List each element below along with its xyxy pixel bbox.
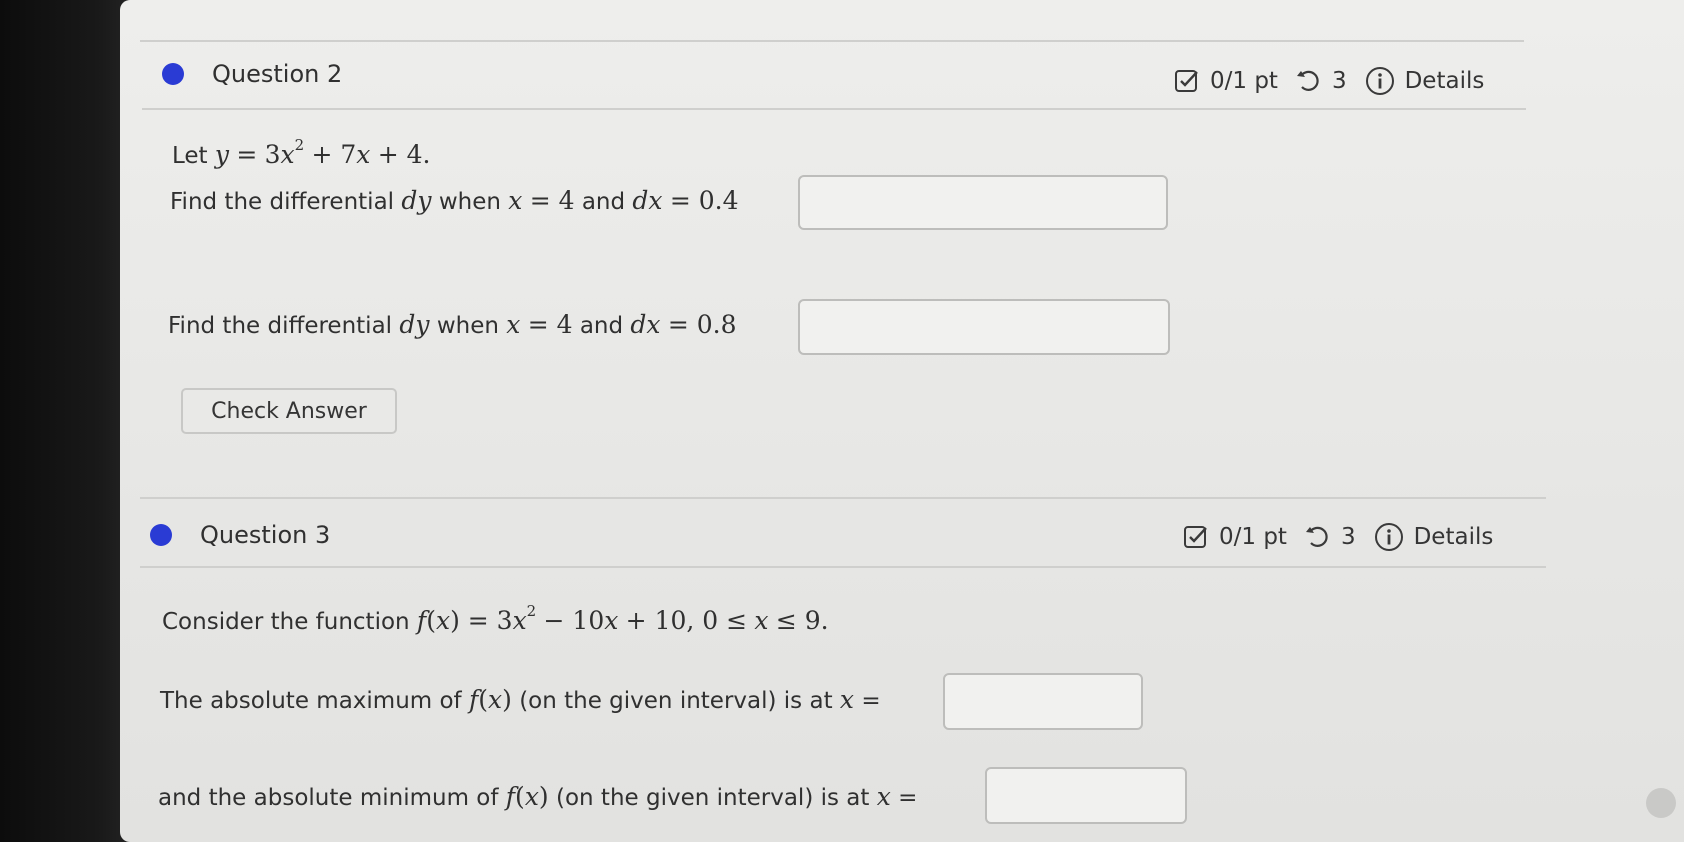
math-term: + 10, 0 ≤ — [625, 606, 748, 635]
math-coef: 3 — [264, 140, 281, 169]
question-3-part-1: The absolute maximum of f(x) (on the giv… — [160, 685, 881, 714]
device-bezel — [0, 0, 140, 842]
intro-prefix: Consider the function — [162, 609, 410, 635]
math-term: = 4 — [527, 310, 573, 339]
math-paren: ( — [478, 685, 488, 714]
question-title: Question 3 — [200, 521, 331, 549]
answer-input-abs-min[interactable] — [985, 767, 1187, 824]
score-text: 0/1 pt — [1210, 68, 1278, 94]
question-2-part-2: Find the differential dy when x = 4 and … — [168, 310, 736, 339]
check-answer-button[interactable]: Check Answer — [181, 388, 397, 434]
math-var: x — [356, 140, 371, 169]
math-term: + 4. — [377, 140, 431, 169]
math-var: x — [754, 606, 769, 635]
divider-top — [140, 40, 1524, 42]
question-status-dot — [162, 63, 184, 85]
math-func: f — [468, 685, 479, 714]
question-status-dot — [150, 524, 172, 546]
math-var: dx — [630, 310, 661, 339]
checkbox-score-icon — [1183, 524, 1209, 550]
question-3-intro: Consider the function f(x) = 3x2 − 10x +… — [162, 602, 829, 635]
part-text: when — [436, 313, 499, 339]
math-func: f — [505, 782, 516, 811]
math-var: dy — [399, 310, 430, 339]
part-text: and — [579, 313, 624, 339]
math-term: + 7 — [311, 140, 357, 169]
math-var: y — [214, 140, 230, 169]
part-text: and — [581, 189, 626, 215]
math-var: x — [604, 606, 619, 635]
part-text: = — [898, 785, 918, 811]
question-2-intro: Let y = 3x2 + 7x + 4. — [172, 136, 430, 169]
math-var: x — [512, 606, 527, 635]
divider-question-3 — [140, 497, 1546, 499]
details-link[interactable]: Details — [1405, 68, 1485, 94]
math-term: = 0.8 — [667, 310, 737, 339]
retry-icon — [1305, 524, 1331, 550]
part-text: Find the differential — [168, 313, 393, 339]
math-var: dx — [632, 186, 663, 215]
question-title: Question 2 — [212, 60, 343, 88]
score-text: 0/1 pt — [1219, 524, 1287, 550]
checkbox-score-icon — [1174, 68, 1200, 94]
divider-under-header — [140, 566, 1546, 568]
part-text: Find the differential — [170, 189, 395, 215]
retry-icon — [1296, 68, 1322, 94]
divider-under-header — [142, 108, 1526, 110]
math-var: x — [435, 606, 451, 635]
math-term: = 0.4 — [669, 186, 739, 215]
math-paren: ) — [502, 685, 512, 714]
part-text: (on the given interval) is at — [519, 688, 833, 714]
part-text: The absolute maximum of — [160, 688, 462, 714]
question-2-meta: 0/1 pt 3 Details — [1174, 66, 1484, 96]
answer-input-abs-max[interactable] — [943, 673, 1143, 730]
question-2-header: Question 2 — [162, 60, 342, 88]
math-var: x — [506, 310, 521, 339]
answer-input-dy-2[interactable] — [798, 299, 1170, 355]
attempts-count: 3 — [1331, 68, 1347, 94]
math-var: dy — [401, 186, 432, 215]
part-text: and the absolute minimum of — [158, 785, 499, 811]
math-exponent: 2 — [526, 602, 537, 620]
math-var: x — [280, 140, 295, 169]
part-text: when — [438, 189, 501, 215]
math-var: x — [508, 186, 523, 215]
part-text: = — [861, 688, 881, 714]
question-3-meta: 0/1 pt 3 Details — [1183, 522, 1493, 552]
math-paren: ) — [538, 782, 549, 811]
attempts-count: 3 — [1340, 524, 1356, 550]
math-func: f — [416, 606, 427, 635]
part-text: (on the given interval) is at — [556, 785, 870, 811]
answer-input-dy-1[interactable] — [798, 175, 1168, 230]
details-link[interactable]: Details — [1414, 524, 1494, 550]
info-icon[interactable] — [1365, 66, 1395, 96]
math-term: ≤ 9. — [775, 606, 829, 635]
math-var: x — [488, 685, 503, 714]
math-var: x — [839, 685, 855, 714]
question-3-part-2: and the absolute minimum of f(x) (on the… — [158, 782, 917, 811]
math-var: x — [524, 782, 539, 811]
math-term: − 10 — [543, 606, 605, 635]
math-var: x — [876, 782, 891, 811]
math-paren: ( — [426, 606, 436, 635]
math-eq: = — [236, 140, 258, 169]
math-exponent: 2 — [294, 136, 305, 154]
intro-prefix: Let — [172, 143, 208, 169]
math-paren: ( — [515, 782, 525, 811]
question-2-part-1: Find the differential dy when x = 4 and … — [170, 186, 738, 215]
corner-circle-button[interactable] — [1646, 788, 1676, 818]
math-term: ) = 3 — [450, 606, 513, 635]
math-term: = 4 — [529, 186, 575, 215]
info-icon[interactable] — [1374, 522, 1404, 552]
question-3-header: Question 3 — [150, 521, 330, 549]
